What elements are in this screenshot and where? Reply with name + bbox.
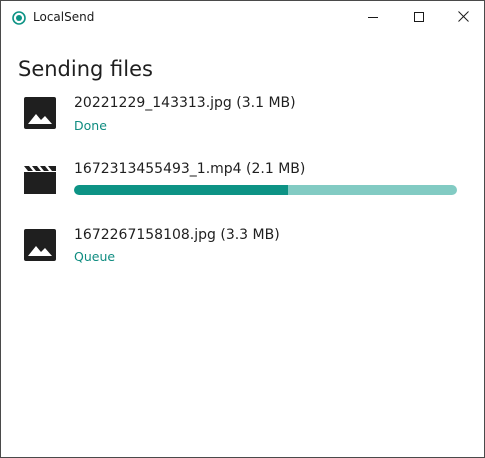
maximize-icon <box>414 11 424 22</box>
video-icon <box>22 162 58 198</box>
file-status: Queue <box>74 249 116 264</box>
window-title: LocalSend <box>33 10 95 24</box>
minimize-button[interactable] <box>350 1 396 32</box>
file-status: Done <box>74 118 107 133</box>
app-window: LocalSend Sending files 20221229_143313.… <box>0 0 485 458</box>
file-item: 20221229_143313.jpg (3.1 MB) Done <box>1 91 484 141</box>
upload-progress-fill <box>74 185 289 195</box>
localsend-logo-icon <box>12 10 26 25</box>
maximize-button[interactable] <box>396 1 442 32</box>
file-item: 1672313455493_1.mp4 (2.1 MB) <box>1 158 484 203</box>
file-name: 1672313455493_1.mp4 (2.1 MB) <box>74 161 306 177</box>
file-item: 1672267158108.jpg (3.3 MB) Queue <box>1 223 484 273</box>
image-icon <box>22 95 58 131</box>
close-button[interactable] <box>440 1 485 32</box>
page-title: Sending files <box>18 57 153 81</box>
file-name: 1672267158108.jpg (3.3 MB) <box>74 227 280 243</box>
file-name: 20221229_143313.jpg (3.1 MB) <box>74 95 296 111</box>
title-bar[interactable]: LocalSend <box>1 1 484 32</box>
upload-progress-bar <box>74 185 457 195</box>
close-icon <box>457 11 469 22</box>
minimize-icon <box>368 12 378 22</box>
image-icon <box>22 227 58 263</box>
